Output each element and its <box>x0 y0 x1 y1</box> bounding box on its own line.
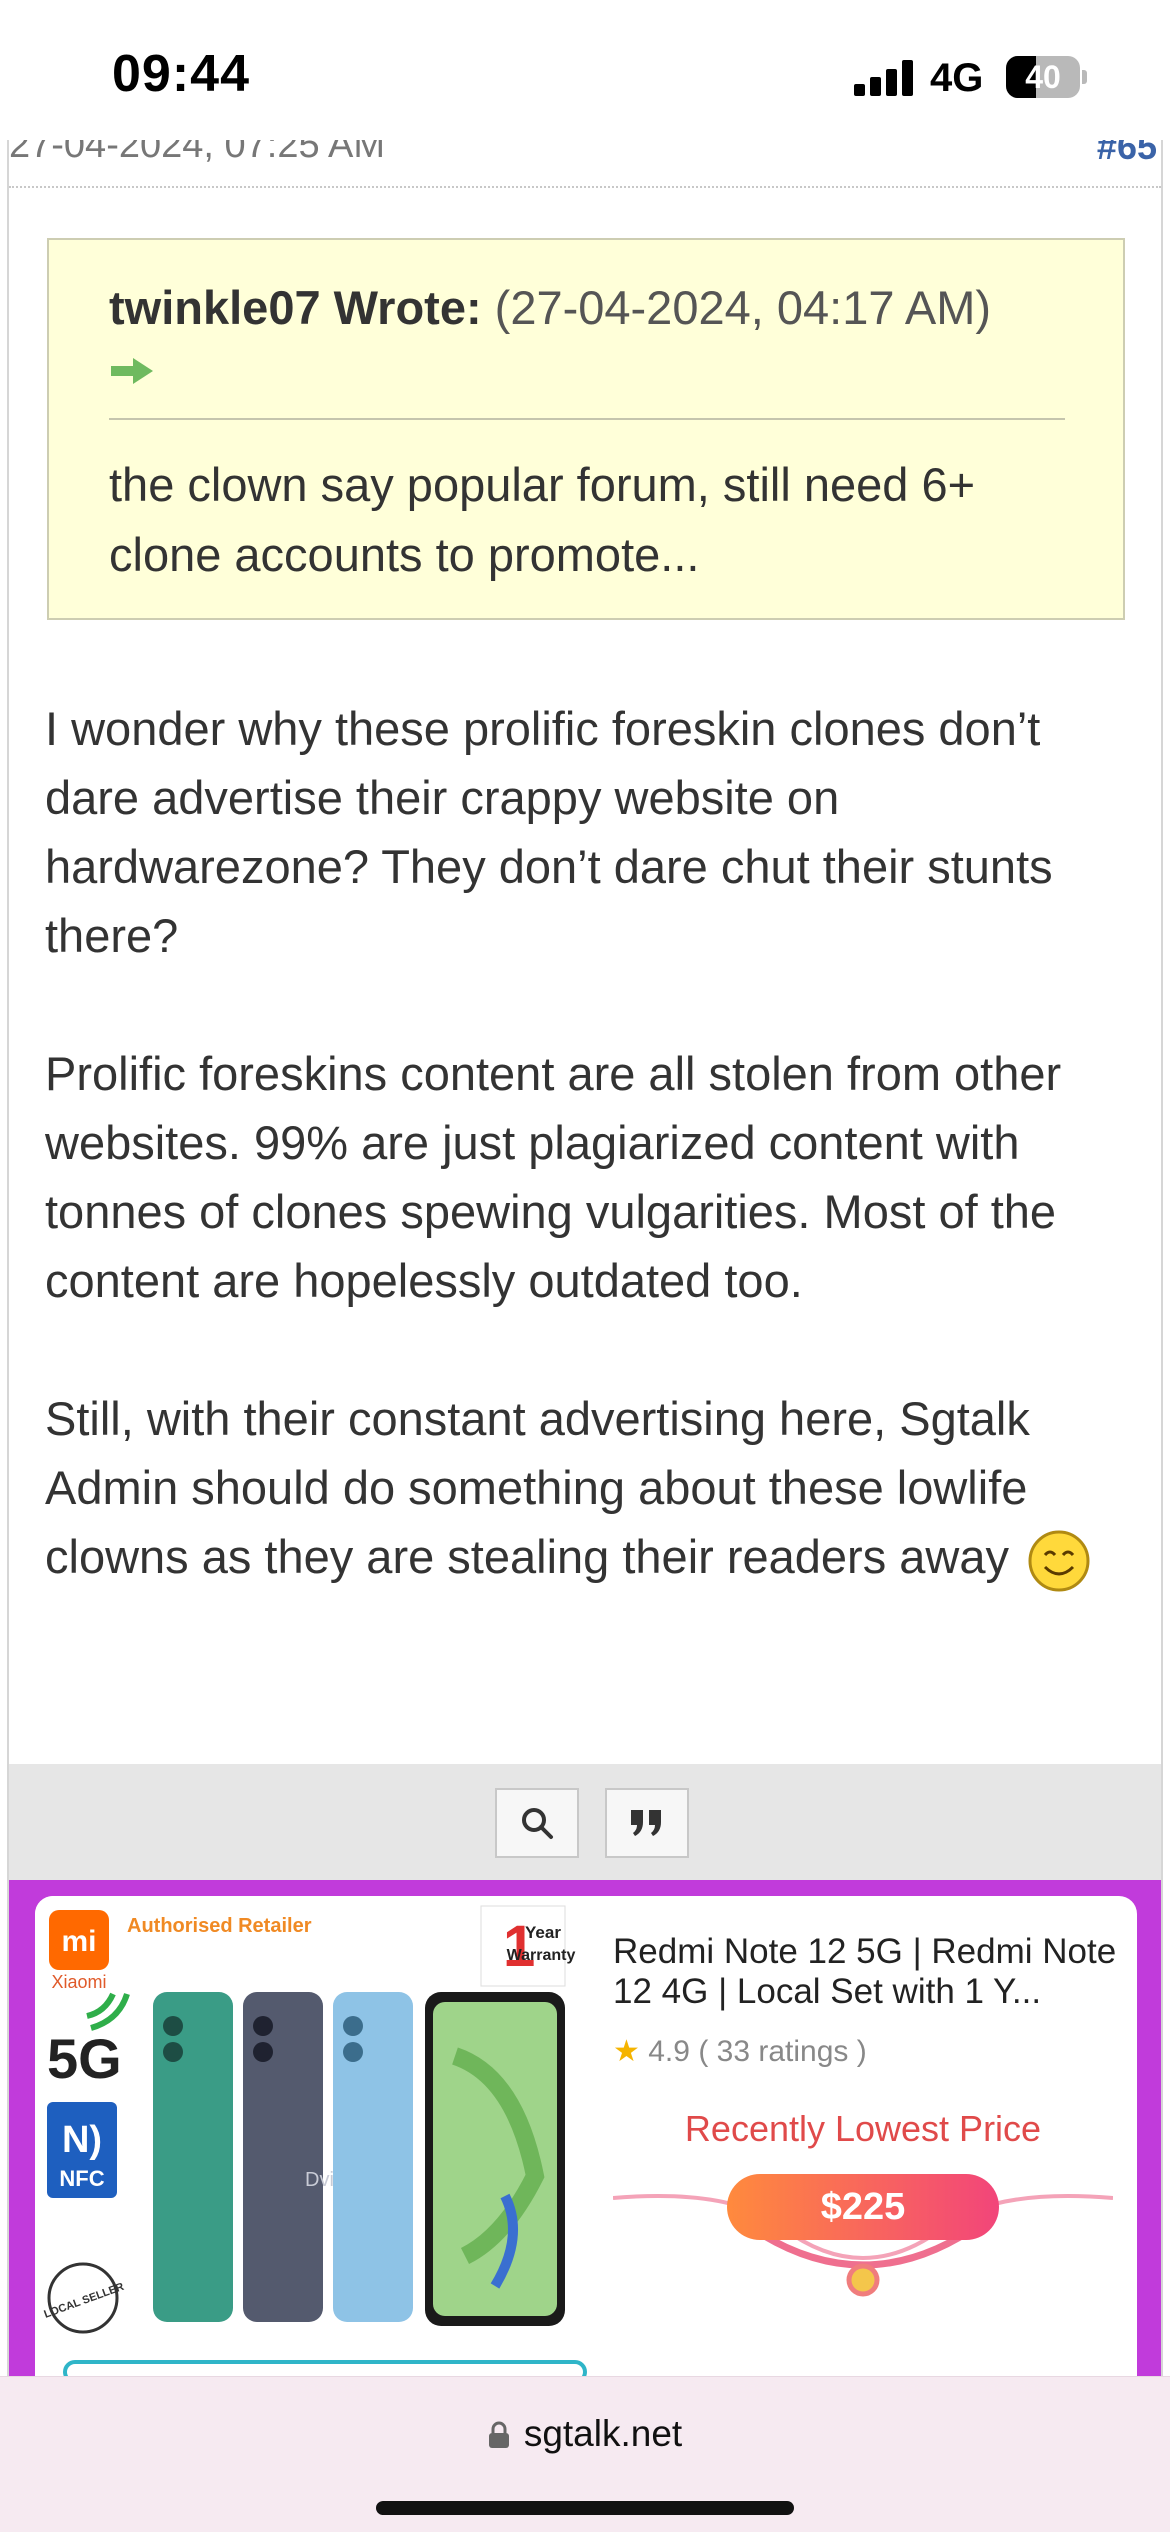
quote-divider <box>109 418 1065 420</box>
quote-header: twinkle07 Wrote: (27-04-2024, 04:17 AM) <box>109 280 991 335</box>
ad-rating: ★ 4.9 ( 33 ratings ) <box>613 2034 867 2069</box>
ad-product-image[interactable]: mi Xiaomi Authorised Retailer 1 Year War… <box>35 1896 595 2380</box>
forum-post: 27-04-2024, 07:25 AM #65 twinkle07 Wrote… <box>7 120 1163 2380</box>
search-button[interactable] <box>495 1788 579 1858</box>
ad-warranty-label: Warranty <box>507 1947 576 1964</box>
status-time: 09:44 <box>112 45 250 103</box>
search-icon <box>522 1808 553 1839</box>
star-icon: ★ <box>613 2035 640 2068</box>
ad-price-graphic[interactable]: $225 <box>612 2158 1114 2298</box>
post-toolbar <box>9 1764 1161 1880</box>
quote-block: twinkle07 Wrote: (27-04-2024, 04:17 AM) … <box>47 238 1125 620</box>
status-bar: 09:44 4G 40 <box>0 0 1170 140</box>
browser-bottom-bar: sgtalk.net <box>0 2376 1170 2532</box>
quote-author: twinkle07 Wrote: <box>109 281 482 334</box>
post-paragraph: I wonder why these prolific foreskin clo… <box>45 702 1053 962</box>
quote-date: (27-04-2024, 04:17 AM) <box>494 281 992 334</box>
ad-nfc-label: NFC <box>59 2166 104 2191</box>
url-text: sgtalk.net <box>523 2413 683 2454</box>
ad-card[interactable]: mi Xiaomi Authorised Retailer 1 Year War… <box>35 1896 1137 2380</box>
arrow-right-icon[interactable] <box>109 356 155 386</box>
ad-5g-label: 5G <box>47 2027 122 2090</box>
post-paragraph-text: Still, with their constant advertising h… <box>45 1392 1030 1583</box>
post-paragraph: Prolific foreskins content are all stole… <box>45 1047 1062 1307</box>
svg-text:N): N) <box>62 2119 102 2161</box>
ad-price: $225 <box>727 2174 999 2240</box>
ad-retailer-label: Authorised Retailer <box>127 1915 312 1937</box>
ad-lowest-price-label: Recently Lowest Price <box>684 2108 1042 2149</box>
advertisement[interactable]: mi Xiaomi Authorised Retailer 1 Year War… <box>9 1880 1161 2380</box>
post-body: I wonder why these prolific foreskin clo… <box>45 694 1135 1662</box>
network-label: 4G <box>930 56 984 100</box>
ad-warranty-year: Year <box>525 1923 561 1942</box>
signal-icon <box>854 60 916 96</box>
ad-brand-logo: mi <box>61 1925 96 1958</box>
ad-phone-label: Dvi <box>305 2169 334 2191</box>
ad-rating-value: 4.9 <box>648 2035 690 2068</box>
address-bar[interactable]: sgtalk.net <box>0 2413 1170 2455</box>
ad-rating-count: ( 33 ratings ) <box>698 2035 867 2068</box>
ad-brand-name: Xiaomi <box>51 1972 106 1992</box>
quote-icon <box>631 1810 661 1836</box>
battery-level: 40 <box>1025 59 1061 95</box>
post-paragraph-last: Still, with their constant advertising h… <box>45 1384 1135 1593</box>
battery-icon: 40 <box>1006 56 1087 98</box>
quote-button[interactable] <box>605 1788 689 1858</box>
home-indicator[interactable] <box>376 2501 794 2515</box>
smiley-icon <box>1028 1530 1090 1592</box>
quote-text: the clown say popular forum, still need … <box>109 458 976 581</box>
lock-icon <box>488 2421 509 2448</box>
ad-product-title[interactable]: Redmi Note 12 5G | Redmi Note 12 4G | Lo… <box>613 1932 1123 2012</box>
